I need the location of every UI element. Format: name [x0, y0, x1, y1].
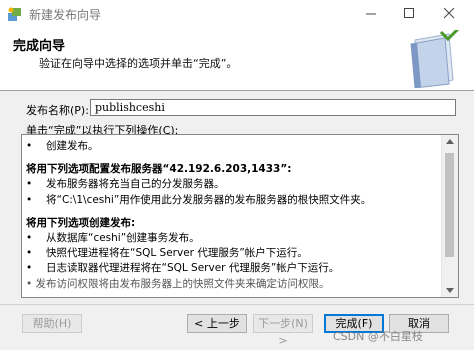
list-item: • 将“C:\1\ceshi”用作使用此分发服务器的发布服务器的根快照文件夹。	[26, 193, 438, 208]
wizard-app-icon	[8, 7, 21, 21]
wizard-header: 完成向导 验证在向导中选择的选项并单击“完成”。	[0, 28, 474, 91]
list-item-text: 快照代理进程将在“SQL Server 代理服务”帐户下运行。	[46, 247, 308, 260]
list-item-text: 日志读取器代理进程将在“SQL Server 代理服务”帐户下运行。	[46, 262, 340, 275]
actions-list: • 创建发布。 将用下列选项配置发布服务器“42.192.6.203,1433”: •…	[26, 139, 438, 292]
cancel-button[interactable]: 取消	[389, 314, 449, 333]
title-bar[interactable]: 新建发布向导	[0, 0, 474, 28]
help-button[interactable]: 帮助(H)	[22, 314, 82, 333]
list-item: • 创建发布。	[26, 139, 438, 154]
scrollbar-thumb[interactable]	[445, 153, 454, 257]
list-heading: 将用下列选项配置发布服务器“42.192.6.203,1433”:	[26, 163, 292, 176]
footer-divider	[0, 304, 474, 305]
bullet-icon: •	[26, 193, 33, 206]
maximize-button[interactable]	[390, 0, 430, 28]
list-heading: 将用下列选项创建发布:	[26, 216, 136, 229]
page-subtitle: 验证在向导中选择的选项并单击“完成”。	[39, 57, 238, 70]
bullet-icon: •	[26, 178, 33, 191]
close-icon	[444, 8, 455, 19]
bullet-icon: •	[26, 247, 33, 260]
bullet-icon: •	[26, 232, 33, 245]
maximize-icon	[404, 8, 414, 18]
actions-summary-textbox[interactable]: • 创建发布。 将用下列选项配置发布服务器“42.192.6.203,1433”: •…	[21, 134, 459, 298]
list-item: • 快照代理进程将在“SQL Server 代理服务”帐户下运行。	[26, 246, 438, 261]
list-item-partial: • 发布访问权限将由发布服务器上的快照文件夹来确定访问权限。	[26, 277, 330, 290]
back-button[interactable]: < 上一步	[187, 314, 247, 333]
page-title: 完成向导	[13, 39, 66, 54]
list-item-text: 将“C:\1\ceshi”用作使用此分发服务器的发布服务器的根快照文件夹。	[46, 193, 372, 206]
scroll-up-icon[interactable]	[446, 139, 454, 144]
next-button[interactable]: 下一步(N) >	[253, 314, 313, 347]
minimize-button[interactable]	[352, 0, 392, 28]
scroll-down-icon[interactable]	[446, 288, 454, 293]
publication-name-label: 发布名称(P):	[26, 104, 89, 117]
publication-name-field[interactable]: publishceshi	[90, 99, 456, 116]
bullet-icon: •	[26, 262, 33, 275]
book-wizard-icon	[410, 30, 460, 88]
bullet-icon: •	[26, 140, 33, 152]
new-publication-wizard-window: 新建发布向导 完成向导 验证在向导中选择的选项并单击“完成”。 发布名称(P):…	[0, 0, 474, 350]
list-item: • 从数据库“ceshi”创建事务发布。	[26, 231, 438, 246]
minimize-icon	[366, 13, 376, 15]
list-item-text: 发布服务器将充当自己的分发服务器。	[46, 178, 225, 191]
list-item: • 发布服务器将充当自己的分发服务器。	[26, 177, 438, 192]
list-item-text: 创建发布。	[46, 140, 99, 152]
vertical-scrollbar[interactable]	[441, 135, 458, 297]
list-item: • 日志读取器代理进程将在“SQL Server 代理服务”帐户下运行。	[26, 261, 438, 276]
window-title: 新建发布向导	[29, 8, 102, 22]
list-item-text: 从数据库“ceshi”创建事务发布。	[46, 232, 200, 245]
close-button[interactable]	[430, 0, 470, 28]
finish-button[interactable]: 完成(F)	[324, 314, 384, 333]
